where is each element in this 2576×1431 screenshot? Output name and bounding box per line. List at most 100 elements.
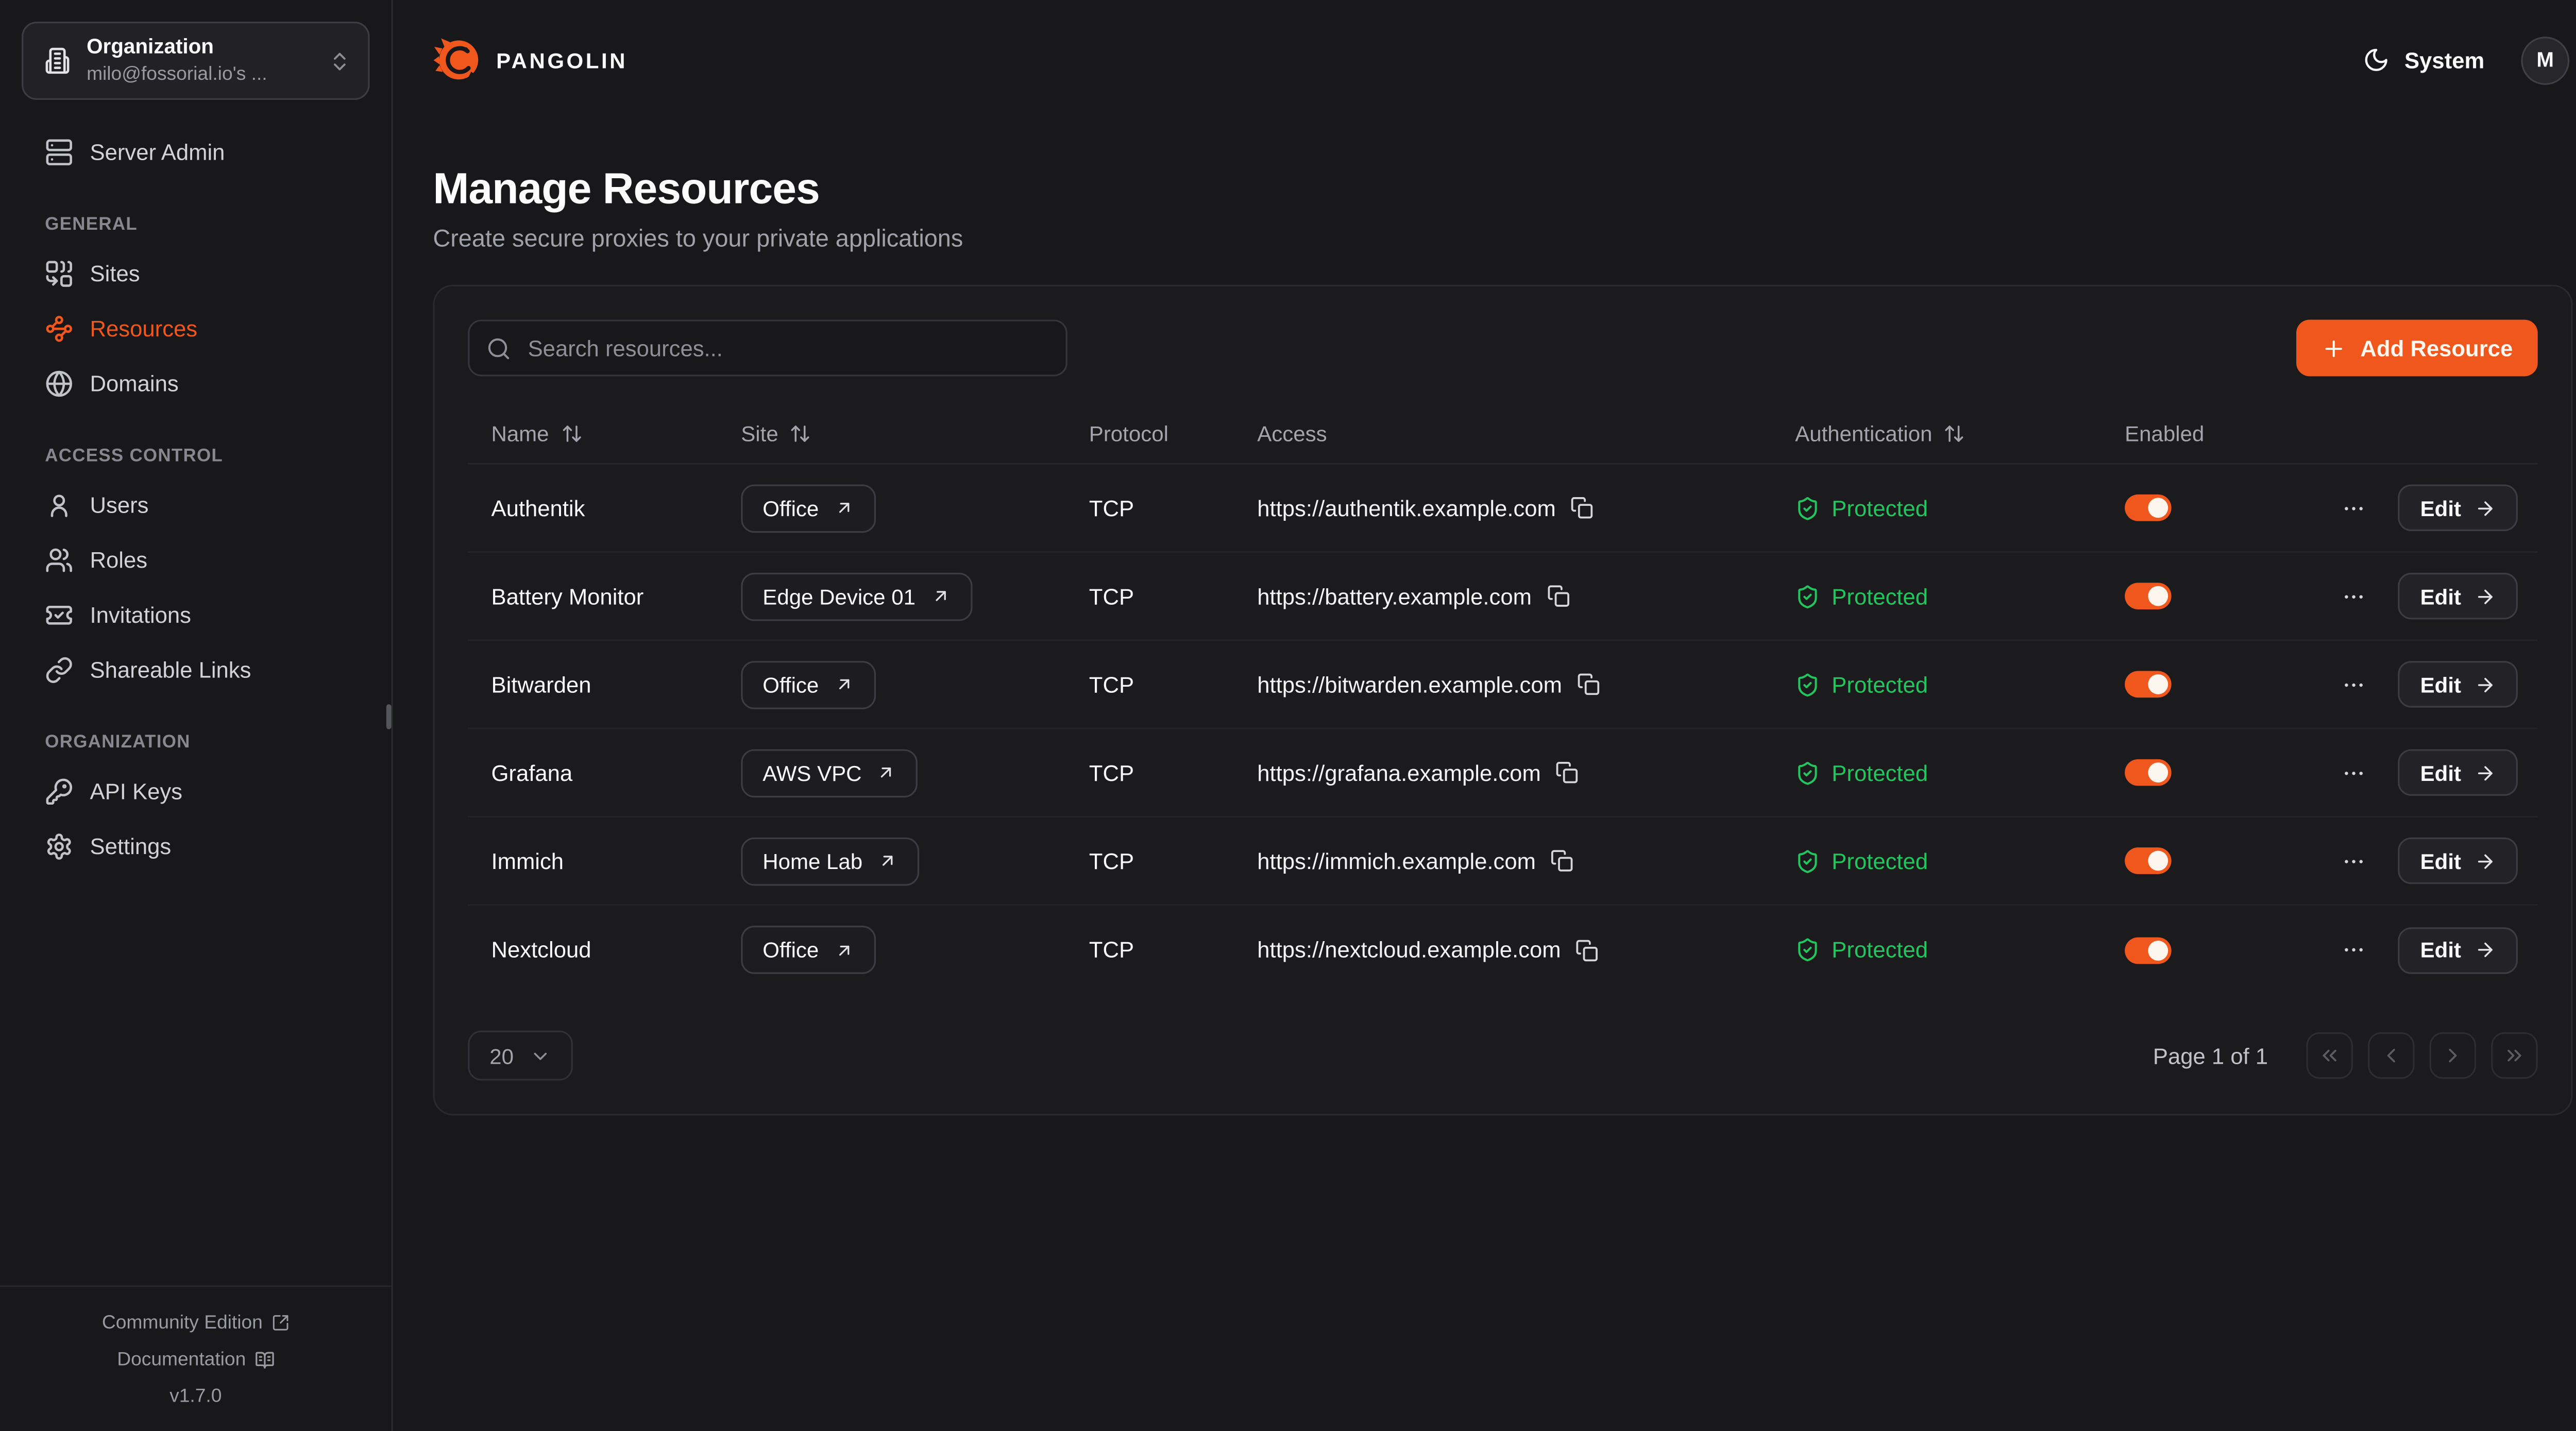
resource-name: Immich bbox=[468, 848, 741, 873]
copy-icon bbox=[1551, 849, 1574, 872]
column-header-site[interactable]: Site bbox=[741, 420, 1089, 445]
sidebar-item-invitations[interactable]: Invitations bbox=[22, 588, 370, 643]
community-edition-link[interactable]: Community Edition bbox=[16, 1304, 375, 1341]
theme-toggle[interactable]: System bbox=[2363, 46, 2484, 73]
column-header-enabled: Enabled bbox=[2125, 420, 2360, 445]
site-link-button[interactable]: Home Lab bbox=[741, 837, 919, 885]
ellipsis-icon bbox=[2342, 848, 2367, 873]
column-header-access: Access bbox=[1257, 420, 1795, 445]
key-icon bbox=[45, 777, 73, 806]
table-header-row: Name Site Protocol bbox=[468, 403, 2538, 465]
globe-icon bbox=[45, 370, 73, 398]
documentation-link[interactable]: Documentation bbox=[16, 1341, 375, 1377]
copy-url-button[interactable] bbox=[1577, 673, 1600, 696]
copy-icon bbox=[1547, 584, 1570, 607]
brand-logo[interactable]: PANGOLIN bbox=[433, 35, 628, 85]
row-menu-button[interactable] bbox=[2338, 757, 2370, 788]
shield-check-icon bbox=[1795, 672, 1820, 696]
enabled-toggle[interactable] bbox=[2125, 495, 2171, 521]
moon-icon bbox=[2363, 46, 2389, 73]
add-resource-button[interactable]: Add Resource bbox=[2297, 320, 2538, 377]
auth-status-badge: Protected bbox=[1832, 760, 1928, 785]
arrow-up-right-icon bbox=[877, 762, 897, 782]
book-open-icon bbox=[254, 1350, 274, 1370]
resources-table: Name Site Protocol bbox=[468, 403, 2538, 994]
resource-protocol: TCP bbox=[1089, 938, 1257, 962]
gear-icon bbox=[45, 832, 73, 861]
resource-name: Battery Monitor bbox=[468, 584, 741, 608]
resource-name: Bitwarden bbox=[468, 672, 741, 696]
edit-button[interactable]: Edit bbox=[2399, 927, 2518, 973]
edit-button[interactable]: Edit bbox=[2399, 485, 2518, 531]
resource-protocol: TCP bbox=[1089, 496, 1257, 520]
arrow-right-icon bbox=[2475, 762, 2496, 783]
page-size-select[interactable]: 20 bbox=[468, 1031, 573, 1081]
sidebar-item-roles[interactable]: Roles bbox=[22, 533, 370, 588]
column-header-name[interactable]: Name bbox=[468, 420, 741, 445]
last-page-button[interactable] bbox=[2491, 1032, 2537, 1079]
sidebar-scrollbar[interactable] bbox=[386, 704, 392, 729]
copy-url-button[interactable] bbox=[1551, 849, 1574, 872]
previous-page-button[interactable] bbox=[2368, 1032, 2414, 1079]
sidebar-item-label: Users bbox=[90, 493, 149, 518]
edit-button[interactable]: Edit bbox=[2399, 838, 2518, 884]
user-avatar[interactable]: M bbox=[2521, 36, 2569, 84]
site-link-button[interactable]: Office bbox=[741, 660, 875, 709]
resource-name: Nextcloud bbox=[468, 938, 741, 962]
first-page-button[interactable] bbox=[2306, 1032, 2352, 1079]
copy-url-button[interactable] bbox=[1571, 496, 1594, 519]
copy-url-button[interactable] bbox=[1556, 761, 1579, 784]
sidebar-item-users[interactable]: Users bbox=[22, 478, 370, 533]
enabled-toggle[interactable] bbox=[2125, 759, 2171, 786]
sidebar-item-settings[interactable]: Settings bbox=[22, 819, 370, 874]
column-header-authentication[interactable]: Authentication bbox=[1795, 420, 2125, 445]
edit-button[interactable]: Edit bbox=[2399, 661, 2518, 707]
enabled-toggle[interactable] bbox=[2125, 671, 2171, 698]
plus-icon bbox=[2322, 335, 2347, 360]
org-switcher[interactable]: Organization milo@fossorial.io's ... bbox=[22, 22, 370, 100]
enabled-toggle[interactable] bbox=[2125, 583, 2171, 609]
sidebar-item-server-admin[interactable]: Server Admin bbox=[22, 125, 370, 180]
resource-protocol: TCP bbox=[1089, 760, 1257, 785]
site-link-button[interactable]: AWS VPC bbox=[741, 748, 918, 797]
resource-url: https://immich.example.com bbox=[1257, 848, 1536, 873]
resources-card: Add Resource Name Site bbox=[433, 285, 2572, 1116]
chevron-left-icon bbox=[2380, 1044, 2403, 1067]
resource-url: https://bitwarden.example.com bbox=[1257, 672, 1562, 696]
site-link-button[interactable]: Office bbox=[741, 926, 875, 974]
site-link-button[interactable]: Edge Device 01 bbox=[741, 572, 972, 620]
sidebar-footer: Community Edition Documentation v1.7.0 bbox=[0, 1285, 392, 1431]
enabled-toggle[interactable] bbox=[2125, 847, 2171, 874]
shield-check-icon bbox=[1795, 496, 1820, 520]
shield-check-icon bbox=[1795, 848, 1820, 873]
ellipsis-icon bbox=[2342, 760, 2367, 785]
next-page-button[interactable] bbox=[2430, 1032, 2476, 1079]
row-menu-button[interactable] bbox=[2338, 580, 2370, 611]
auth-status-badge: Protected bbox=[1832, 938, 1928, 962]
site-link-button[interactable]: Office bbox=[741, 484, 875, 532]
sidebar-item-shareable-links[interactable]: Shareable Links bbox=[22, 643, 370, 698]
row-menu-button[interactable] bbox=[2338, 934, 2370, 965]
table-row: Battery Monitor Edge Device 01 TCP https… bbox=[468, 553, 2538, 641]
copy-icon bbox=[1577, 673, 1600, 696]
page-subtitle: Create secure proxies to your private ap… bbox=[433, 227, 2571, 253]
sidebar-item-sites[interactable]: Sites bbox=[22, 246, 370, 301]
row-menu-button[interactable] bbox=[2338, 845, 2370, 876]
search-input[interactable] bbox=[524, 334, 1049, 362]
sidebar-item-api-keys[interactable]: API Keys bbox=[22, 764, 370, 820]
sidebar-item-label: Server Admin bbox=[90, 140, 225, 164]
combine-icon bbox=[45, 260, 73, 288]
copy-url-button[interactable] bbox=[1547, 584, 1570, 607]
copy-url-button[interactable] bbox=[1576, 938, 1599, 961]
row-menu-button[interactable] bbox=[2338, 492, 2370, 523]
resource-url: https://authentik.example.com bbox=[1257, 496, 1556, 520]
sidebar-item-label: Shareable Links bbox=[90, 658, 251, 683]
org-switcher-label: Organization bbox=[87, 35, 313, 61]
sidebar-item-resources[interactable]: Resources bbox=[22, 301, 370, 356]
arrow-right-icon bbox=[2475, 497, 2496, 519]
enabled-toggle[interactable] bbox=[2125, 936, 2171, 963]
row-menu-button[interactable] bbox=[2338, 669, 2370, 700]
sidebar-item-domains[interactable]: Domains bbox=[22, 356, 370, 412]
edit-button[interactable]: Edit bbox=[2399, 573, 2518, 619]
edit-button[interactable]: Edit bbox=[2399, 749, 2518, 795]
